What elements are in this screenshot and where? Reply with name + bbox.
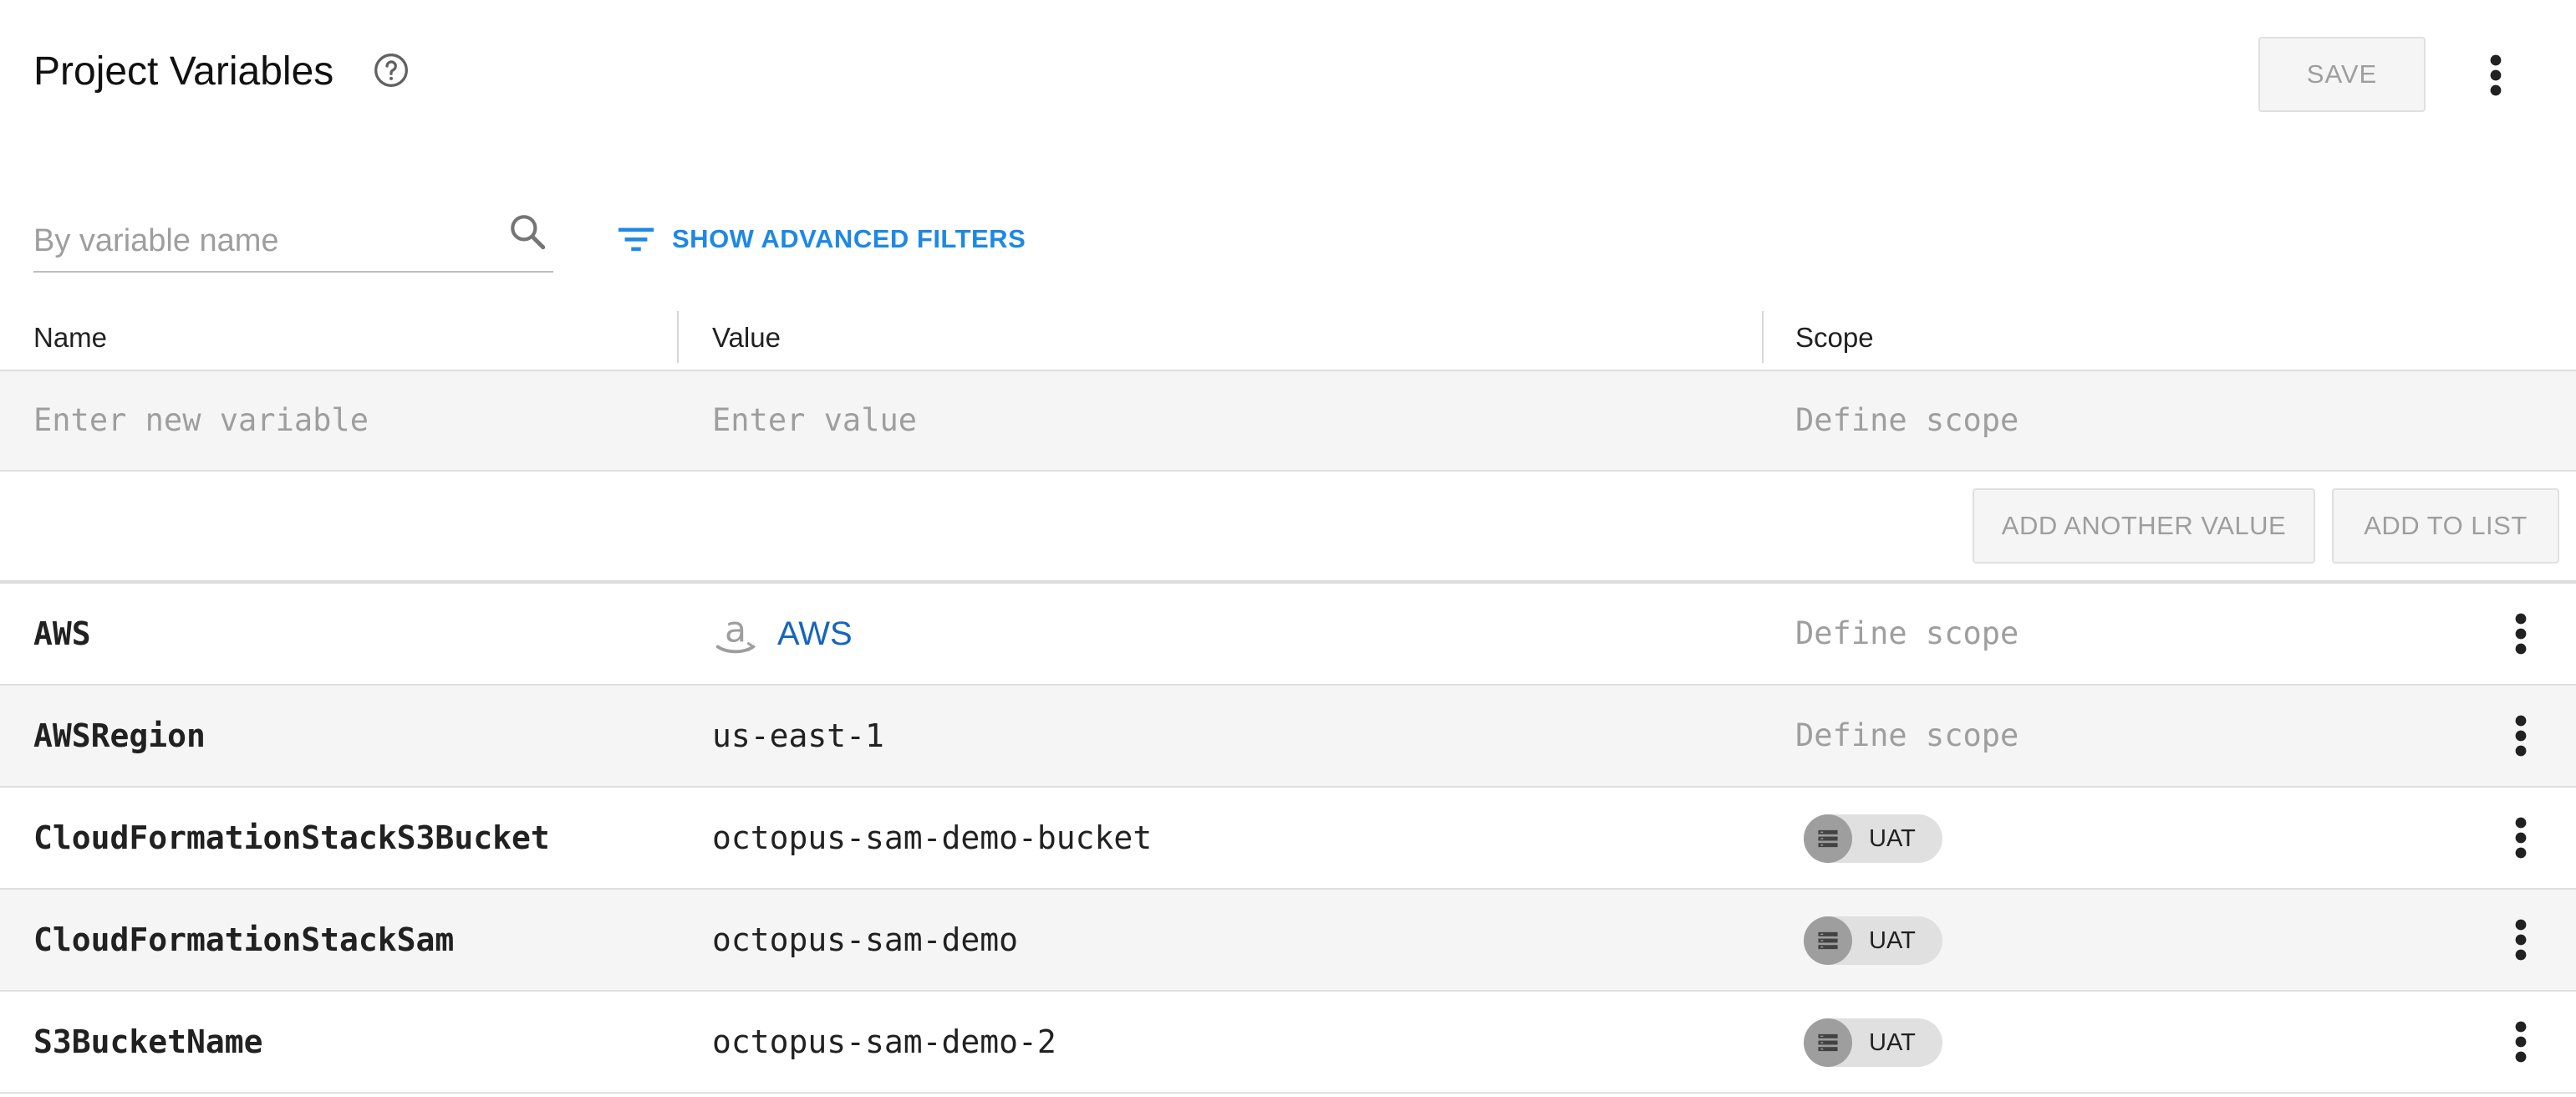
variable-value[interactable]: octopus-sam-demo (712, 890, 1018, 990)
table-row[interactable]: S3BucketName octopus-sam-demo-2 UAT (0, 992, 2576, 1094)
table-row[interactable]: AWSRegion us-east-1 Define scope (0, 686, 2576, 788)
svg-text:a: a (725, 610, 746, 651)
scope-chip[interactable]: UAT (1804, 1018, 1942, 1067)
more-options-icon[interactable] (2479, 52, 2512, 99)
variable-value[interactable]: octopus-sam-demo-bucket (712, 788, 1152, 888)
variable-name: AWS (33, 615, 91, 652)
row-menu-icon[interactable] (2504, 814, 2538, 861)
environment-icon (1804, 916, 1852, 965)
scope-chip-label: UAT (1869, 926, 1916, 954)
variable-value[interactable]: a AWS (712, 584, 853, 684)
filter-icon (618, 227, 654, 252)
scope-chip[interactable]: UAT (1804, 814, 1942, 863)
scope-chip-label: UAT (1869, 824, 1916, 852)
scope-chip[interactable]: UAT (1804, 916, 1942, 965)
aws-account-link[interactable]: AWS (777, 584, 853, 684)
environment-icon (1804, 814, 1852, 863)
table-row[interactable]: AWS a AWS Define scope (0, 584, 2576, 686)
column-header-value: Value (712, 322, 781, 353)
scope-chip-label: UAT (1869, 1028, 1916, 1056)
help-icon[interactable] (373, 52, 410, 89)
add-another-value-button[interactable]: ADD ANOTHER VALUE (1973, 488, 2315, 564)
variable-scope[interactable]: Define scope (1795, 686, 2019, 786)
variable-value[interactable]: octopus-sam-demo-2 (712, 992, 1056, 1092)
column-divider[interactable] (677, 311, 679, 363)
variable-name: CloudFormationStackSam (33, 921, 455, 958)
amazon-icon: a (715, 610, 756, 654)
new-variable-value-field[interactable]: Enter value (712, 370, 917, 472)
variable-name: CloudFormationStackS3Bucket (33, 819, 550, 856)
row-menu-icon[interactable] (2504, 712, 2538, 759)
page-title: Project Variables (33, 49, 334, 94)
column-header-name: Name (33, 322, 108, 353)
variable-name: S3BucketName (33, 1023, 263, 1060)
save-button[interactable]: SAVE (2258, 37, 2426, 112)
column-header-scope: Scope (1795, 322, 1874, 353)
search-input[interactable] (33, 211, 553, 273)
new-variable-row (0, 370, 2576, 472)
add-to-list-button[interactable]: ADD TO LIST (2332, 488, 2559, 564)
show-advanced-filters-label: SHOW ADVANCED FILTERS (672, 224, 1026, 253)
variable-scope[interactable]: Define scope (1795, 584, 2019, 684)
table-row[interactable]: CloudFormationStackSam octopus-sam-demo … (0, 890, 2576, 992)
variable-name: AWSRegion (33, 717, 206, 754)
new-variable-name-field[interactable]: Enter new variable (33, 370, 369, 472)
row-menu-icon[interactable] (2504, 1018, 2538, 1065)
variable-value[interactable]: us-east-1 (712, 686, 884, 786)
row-menu-icon[interactable] (2504, 916, 2538, 963)
row-menu-icon[interactable] (2504, 610, 2538, 657)
column-divider[interactable] (1762, 311, 1764, 363)
new-variable-scope-field[interactable]: Define scope (1795, 370, 2019, 472)
search-icon[interactable] (507, 211, 548, 253)
environment-icon (1804, 1018, 1852, 1067)
table-row[interactable]: CloudFormationStackS3Bucket octopus-sam-… (0, 788, 2576, 890)
show-advanced-filters-button[interactable]: SHOW ADVANCED FILTERS (617, 217, 1026, 261)
